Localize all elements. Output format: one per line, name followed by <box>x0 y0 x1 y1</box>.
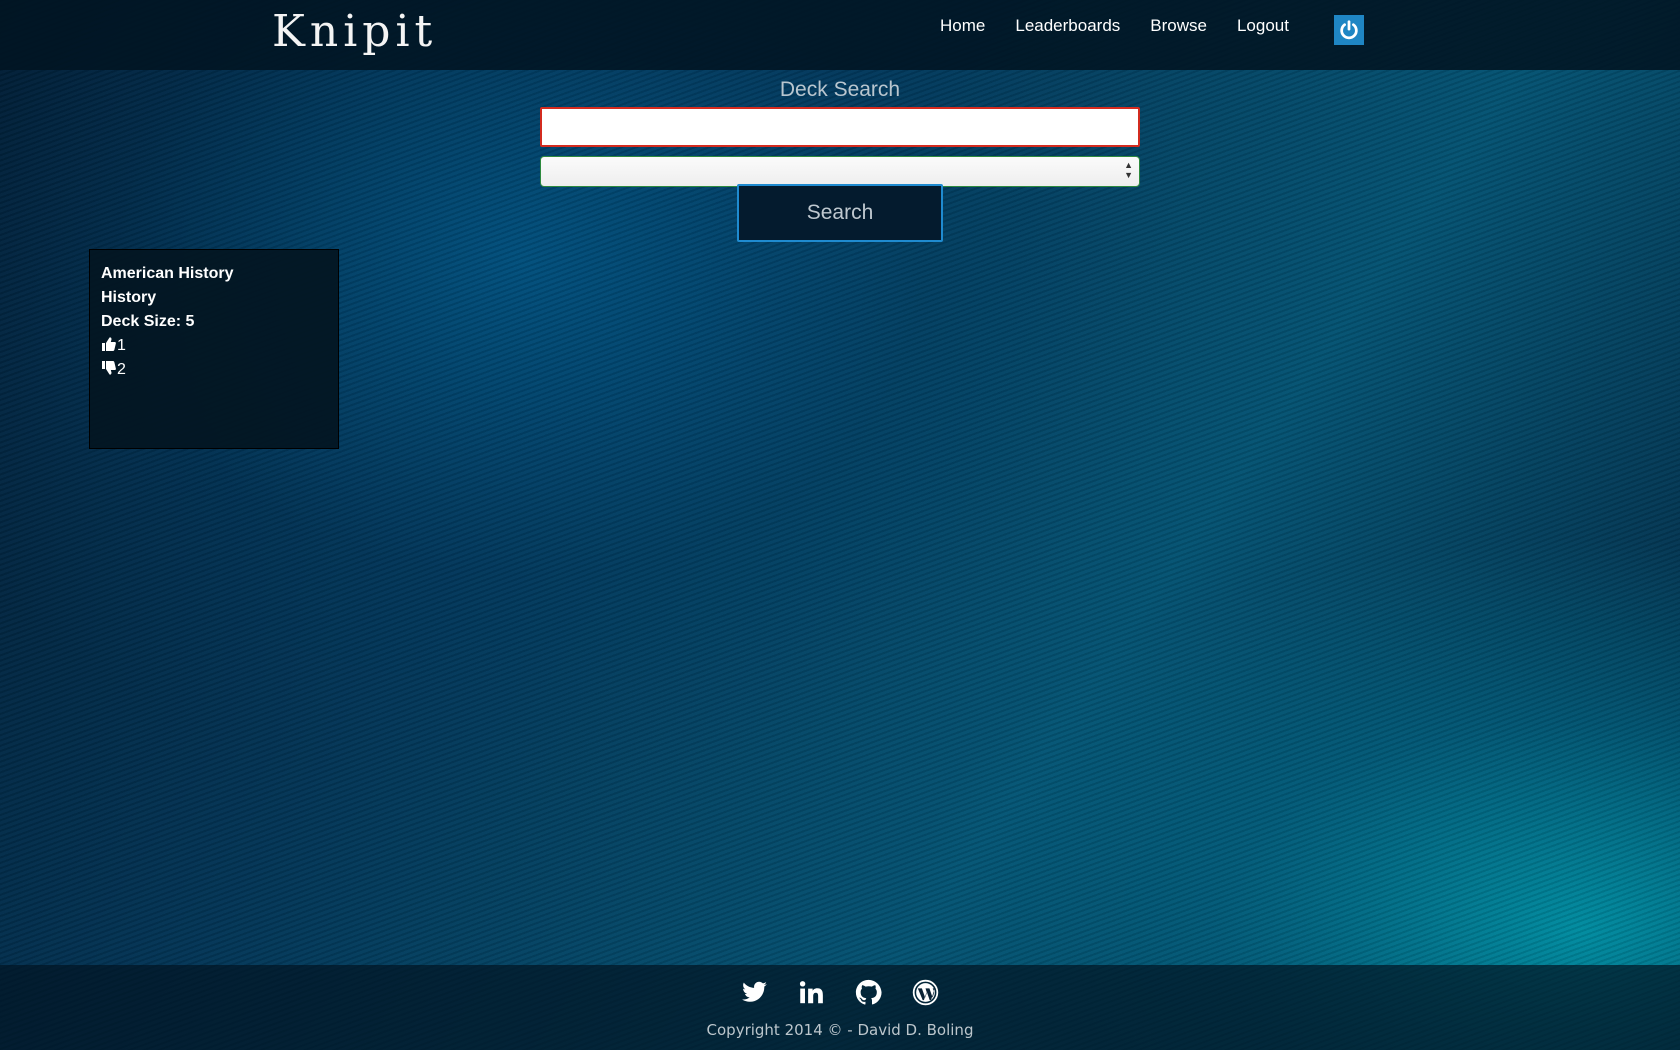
power-icon <box>1340 20 1358 40</box>
social-links <box>0 979 1680 1006</box>
nav-logout-link[interactable]: Logout <box>1237 16 1289 36</box>
github-icon[interactable] <box>855 979 882 1006</box>
search-button[interactable]: Search <box>737 184 943 242</box>
deck-card[interactable]: American History History Deck Size: 5 1 … <box>89 249 339 449</box>
deck-category: History <box>101 289 157 306</box>
deck-search-input[interactable] <box>540 107 1140 147</box>
thumbs-up-icon[interactable] <box>101 336 117 352</box>
thumbs-down-icon[interactable] <box>101 360 117 376</box>
nav-links: Home Leaderboards Browse Logout <box>940 0 1319 52</box>
top-navbar: Knipit Home Leaderboards Browse Logout <box>0 0 1680 70</box>
deck-dislikes: 2 <box>101 358 338 382</box>
dislikes-count: 2 <box>117 361 126 378</box>
deck-title: American History <box>101 265 234 282</box>
select-arrows-icon: ▲ ▼ <box>1124 160 1133 180</box>
nav-browse-link[interactable]: Browse <box>1150 16 1207 36</box>
footer: Copyright 2014 © - David D. Boling <box>0 965 1680 1050</box>
nav-home-link[interactable]: Home <box>940 16 985 36</box>
category-select[interactable]: ▲ ▼ <box>540 156 1140 187</box>
twitter-icon[interactable] <box>741 979 768 1006</box>
brand-logo[interactable]: Knipit <box>272 6 437 57</box>
nav-leaderboards-link[interactable]: Leaderboards <box>1015 16 1120 36</box>
likes-count: 1 <box>117 337 126 354</box>
power-button[interactable] <box>1334 15 1364 45</box>
deck-likes: 1 <box>101 334 338 358</box>
copyright-text: Copyright 2014 © - David D. Boling <box>706 1021 974 1039</box>
deck-search-title: Deck Search <box>779 78 901 101</box>
linkedin-icon[interactable] <box>798 979 825 1006</box>
deck-size: Deck Size: 5 <box>101 313 195 330</box>
wordpress-icon[interactable] <box>912 979 939 1006</box>
